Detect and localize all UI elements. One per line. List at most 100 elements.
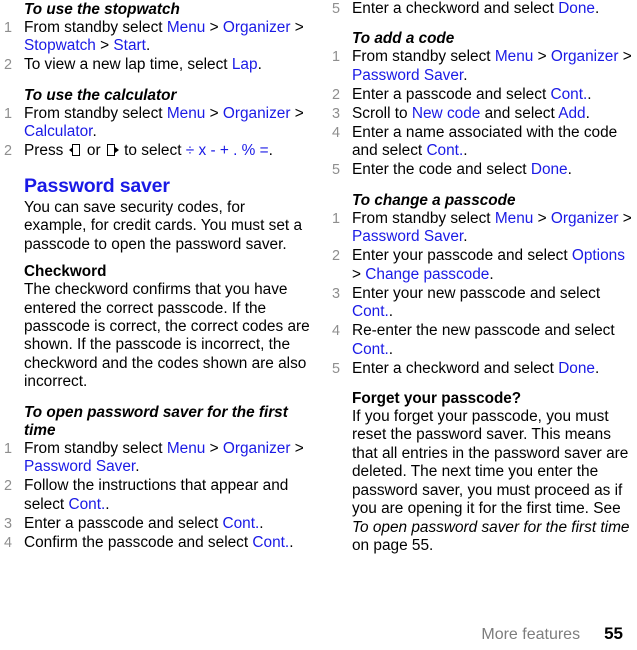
heading-to-use-the-stopwatch: To use the stopwatch — [24, 1, 180, 18]
text-run: . — [594, 0, 600, 17]
step-number: 2 — [4, 57, 13, 74]
step-text: Enter a checkword and select Done. — [352, 0, 632, 18]
menu-reference: Change passcode — [365, 265, 490, 283]
text-run: Enter a checkword and select — [352, 359, 559, 377]
menu-reference: Organizer — [550, 209, 619, 227]
menu-reference: Password Saver — [24, 458, 136, 476]
step-text: From standby select Menu > Organizer > P… — [352, 210, 632, 247]
text-run: . — [585, 104, 590, 122]
step-number: 1 — [4, 105, 13, 122]
text-run: . — [594, 359, 600, 377]
step-item: 4 Confirm the passcode and select Cont.. — [4, 534, 310, 552]
text-run: . — [388, 340, 394, 358]
step-number: 1 — [4, 19, 13, 36]
step-text: Follow the instructions that appear and … — [24, 477, 310, 514]
text-run: From standby select — [24, 18, 167, 36]
text-run: To view a new lap time, select — [24, 56, 232, 74]
text-run: Re-enter the new passcode and select — [352, 322, 615, 340]
text-run: > — [95, 37, 114, 55]
heading-forget-your-passcode: Forget your passcode? — [352, 390, 522, 408]
step-text: Enter a checkword and select Done. — [352, 360, 632, 378]
text-run: and select — [480, 104, 559, 122]
step-item: 2 Enter a passcode and select Cont.. — [332, 86, 632, 104]
text-run: > — [290, 104, 304, 122]
text-run: > — [290, 439, 304, 457]
footer-chapter-title: More features — [481, 626, 581, 643]
menu-reference: Cont. — [352, 340, 389, 358]
step-number: 4 — [4, 534, 13, 551]
text-run: Follow the instructions that appear and … — [24, 477, 289, 513]
menu-reference: Lap — [231, 56, 258, 74]
text-run: Enter your new passcode and select — [352, 284, 601, 302]
steps-to-add-a-code: 1 From standby select Menu > Organizer > … — [332, 48, 632, 179]
menu-reference: Menu — [494, 48, 534, 66]
steps-continued-from-left-column: 5 Enter a checkword and select Done. — [332, 0, 632, 18]
step-text: From standby select Menu > Organizer > C… — [24, 105, 310, 142]
text-run: From standby select — [24, 104, 167, 122]
step-item: 3 Enter a passcode and select Cont.. — [4, 515, 310, 533]
step-number: 2 — [332, 248, 341, 265]
steps-to-use-the-calculator: 1 From standby select Menu > Organizer > … — [4, 105, 310, 161]
text-run: . — [289, 533, 294, 551]
step-number: 3 — [332, 105, 341, 122]
step-number: 2 — [4, 143, 13, 160]
step-text: Enter a passcode and select Cont.. — [352, 86, 632, 104]
text-run: Enter a passcode and select — [352, 85, 551, 103]
step-item: 3 Scroll to New code and select Add. — [332, 105, 632, 123]
text-run: . — [567, 161, 572, 179]
menu-reference: Done — [558, 359, 595, 377]
step-number: 5 — [332, 1, 341, 17]
text-run: . — [463, 142, 468, 160]
menu-reference: Organizer — [222, 18, 291, 36]
text-run: Enter a passcode and select — [24, 514, 223, 532]
right-column: 5 Enter a checkword and select Done. To a… — [318, 0, 636, 620]
menu-reference: Menu — [166, 104, 206, 122]
step-number: 3 — [332, 285, 341, 302]
manual-page: To use the stopwatch 1 From standby selec… — [0, 0, 637, 650]
step-item: 2 To view a new lap time, select Lap. — [4, 56, 310, 74]
menu-reference: Organizer — [222, 439, 291, 457]
step-item: 2 Follow the instructions that appear and… — [4, 477, 310, 514]
text-run: on page 55. — [352, 537, 434, 555]
nav-key-right-icon — [106, 144, 119, 157]
menu-reference: Options — [571, 247, 625, 265]
step-item: 1 From standby select Menu > Organizer > … — [4, 105, 310, 142]
step-item: 4 Re-enter the new passcode and select Co… — [332, 322, 632, 359]
menu-reference: Menu — [166, 18, 206, 36]
heading-to-add-a-code: To add a code — [352, 30, 455, 48]
menu-reference: Password Saver — [352, 228, 464, 246]
heading-to-use-the-calculator: To use the calculator — [24, 86, 177, 104]
text-run: . — [259, 514, 264, 532]
footer-page-number: 55 — [604, 624, 623, 643]
steps-to-open-password-saver-for-the-first-time: 1 From standby select Menu > Organizer > … — [4, 440, 310, 552]
menu-reference: New code — [411, 104, 481, 122]
step-number: 1 — [332, 49, 341, 66]
text-run: Enter a name associated with the code an… — [352, 123, 618, 160]
text-run: to select — [119, 142, 186, 160]
text-run: > — [618, 209, 632, 227]
step-number: 2 — [4, 478, 13, 495]
menu-reference: Password Saver — [352, 66, 464, 84]
text-run: Enter a checkword and select — [352, 0, 559, 17]
step-text: To view a new lap time, select Lap. — [24, 56, 310, 74]
step-item: 1 From standby select Menu > Organizer > … — [332, 210, 632, 247]
step-text: Enter the code and select Done. — [352, 161, 632, 179]
text-run: . — [463, 66, 468, 84]
text-run: . — [268, 142, 273, 160]
menu-reference: Organizer — [222, 104, 291, 122]
text-run: From standby select — [352, 48, 495, 66]
text-run: > — [533, 48, 551, 66]
text-run: From standby select — [352, 209, 495, 227]
steps-to-use-the-stopwatch: 1 From standby select Menu > Organizer > … — [4, 19, 310, 75]
step-item: 3 Enter your new passcode and select Cont… — [332, 285, 632, 322]
step-text: From standby select Menu > Organizer > P… — [24, 440, 310, 477]
step-item: 5 Enter a checkword and select Done. — [332, 0, 632, 18]
heading-to-change-a-passcode: To change a passcode — [352, 191, 516, 209]
menu-reference: Start — [113, 37, 146, 55]
step-text: Enter your new passcode and select Cont.… — [352, 285, 632, 322]
text-run: . — [135, 458, 140, 476]
step-text: From standby select Menu > Organizer > P… — [352, 48, 632, 85]
text-run: . — [388, 303, 394, 321]
menu-reference: Add — [558, 104, 586, 122]
forget-your-passcode-body: If you forget your passcode, you must re… — [352, 408, 632, 556]
